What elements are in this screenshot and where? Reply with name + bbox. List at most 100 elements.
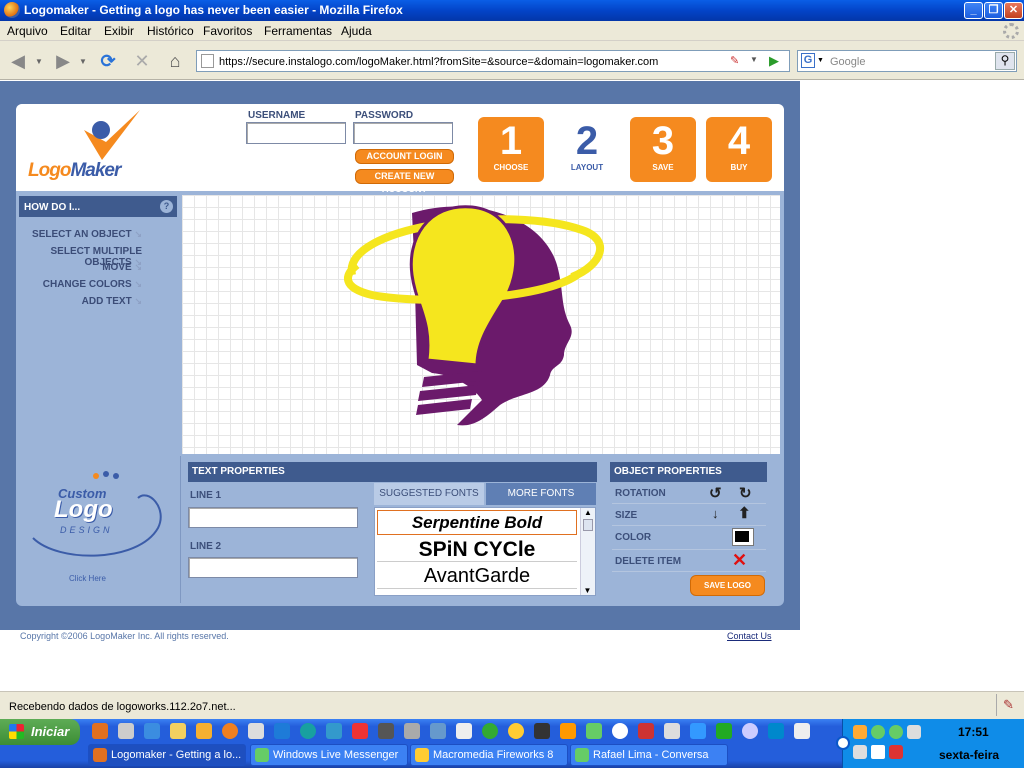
help-icon[interactable]: ? bbox=[160, 200, 173, 213]
username-field[interactable] bbox=[246, 122, 346, 144]
quicklaunch-app-icon[interactable] bbox=[508, 723, 524, 739]
clock-time[interactable]: 17:51 bbox=[958, 725, 989, 739]
quicklaunch-app-icon[interactable] bbox=[742, 723, 758, 739]
how-item-change-colors[interactable]: CHANGE COLORS ↘ bbox=[20, 279, 142, 290]
tab-more-fonts[interactable]: MORE FONTS bbox=[486, 483, 596, 505]
quicklaunch-eye-icon[interactable] bbox=[716, 723, 732, 739]
menu-editar[interactable]: Editar bbox=[60, 24, 91, 38]
how-item-select-object[interactable]: SELECT AN OBJECT ↘ bbox=[20, 229, 142, 240]
scroll-up-icon[interactable]: ▲ bbox=[581, 508, 595, 517]
url-dropdown-icon[interactable]: ▼ bbox=[750, 55, 758, 64]
start-button[interactable]: Iniciar bbox=[0, 719, 80, 745]
how-item-move[interactable]: MOVE ↘ bbox=[20, 262, 142, 273]
home-icon[interactable]: ⌂ bbox=[162, 49, 188, 73]
maximize-button[interactable]: ❐ bbox=[984, 2, 1003, 19]
menu-exibir[interactable]: Exibir bbox=[104, 24, 134, 38]
minimize-button[interactable]: _ bbox=[964, 2, 983, 19]
tray-security-icon[interactable] bbox=[889, 745, 903, 759]
rotate-left-icon[interactable]: ↺ bbox=[709, 484, 722, 502]
create-account-button[interactable]: CREATE NEW ACCOUNT bbox=[355, 169, 454, 194]
logo-canvas[interactable] bbox=[182, 195, 780, 454]
menu-ferramentas[interactable]: Ferramentas bbox=[264, 24, 332, 38]
task-fireworks[interactable]: Macromedia Fireworks 8 bbox=[410, 744, 568, 766]
font-item-avantgarde[interactable]: AvantGarde bbox=[377, 564, 577, 589]
quicklaunch-doc-icon[interactable] bbox=[274, 723, 290, 739]
quicklaunch-app-icon[interactable] bbox=[430, 723, 446, 739]
tray-volume-icon[interactable] bbox=[853, 745, 867, 759]
back-icon[interactable]: ◀ bbox=[5, 49, 31, 73]
custom-logo-ad[interactable]: Custom Logo DESIGN bbox=[28, 468, 168, 568]
task-conversation[interactable]: Rafael Lima - Conversa bbox=[570, 744, 728, 766]
tray-app-icon[interactable] bbox=[853, 725, 867, 739]
forward-icon[interactable]: ▶ bbox=[50, 49, 76, 73]
tray-mail-icon[interactable] bbox=[871, 745, 885, 759]
reload-icon[interactable]: ⟳ bbox=[95, 49, 121, 73]
rotate-right-icon[interactable]: ↻ bbox=[739, 484, 752, 502]
quicklaunch-firefox-icon[interactable] bbox=[92, 723, 108, 739]
quicklaunch-app-icon[interactable] bbox=[404, 723, 420, 739]
go-icon[interactable]: ▶ bbox=[769, 53, 779, 69]
tray-collapse-icon[interactable] bbox=[836, 736, 850, 750]
address-bar[interactable]: https://secure.instalogo.com/logoMaker.h… bbox=[196, 50, 790, 72]
close-button[interactable]: ✕ bbox=[1004, 2, 1023, 19]
quicklaunch-person-icon[interactable] bbox=[326, 723, 342, 739]
shrink-icon[interactable]: ↓ bbox=[712, 506, 719, 521]
quicklaunch-flash-icon[interactable] bbox=[352, 723, 368, 739]
step-choose-button[interactable]: 1 CHOOSE bbox=[478, 117, 544, 182]
quicklaunch-globe-icon[interactable] bbox=[300, 723, 316, 739]
quicklaunch-app-icon[interactable] bbox=[664, 723, 680, 739]
tray-messenger-icon[interactable] bbox=[871, 725, 885, 739]
quicklaunch-pen-icon[interactable] bbox=[378, 723, 394, 739]
quicklaunch-tool-icon[interactable] bbox=[248, 723, 264, 739]
step-save-button[interactable]: 3 SAVE bbox=[630, 117, 696, 182]
task-firefox[interactable]: Logomaker - Getting a lo... bbox=[88, 744, 246, 766]
menu-historico[interactable]: Histórico bbox=[147, 24, 194, 38]
task-messenger[interactable]: Windows Live Messenger bbox=[250, 744, 408, 766]
google-engine-icon[interactable]: G bbox=[801, 53, 815, 68]
site-security-icon[interactable]: ✎ bbox=[730, 54, 739, 67]
color-swatch[interactable] bbox=[732, 528, 754, 546]
engine-dropdown-icon[interactable]: ▼ bbox=[817, 57, 824, 64]
tray-network-icon[interactable] bbox=[907, 725, 921, 739]
step-layout-button[interactable]: 2 LAYOUT bbox=[554, 117, 620, 182]
quicklaunch-app-icon[interactable] bbox=[456, 723, 472, 739]
logo-artwork[interactable] bbox=[182, 195, 780, 454]
quicklaunch-skype-icon[interactable] bbox=[768, 723, 784, 739]
menu-arquivo[interactable]: Arquivo bbox=[7, 24, 48, 38]
quicklaunch-app-icon[interactable] bbox=[560, 723, 576, 739]
quicklaunch-ball-icon[interactable] bbox=[222, 723, 238, 739]
quicklaunch-app-icon[interactable] bbox=[534, 723, 550, 739]
contact-us-link[interactable]: Contact Us bbox=[727, 631, 772, 641]
scroll-down-icon[interactable]: ▼ bbox=[581, 586, 594, 595]
search-icon[interactable]: ⚲ bbox=[995, 52, 1015, 70]
quicklaunch-desktop-icon[interactable] bbox=[118, 723, 134, 739]
back-dropdown-icon[interactable]: ▼ bbox=[35, 57, 43, 66]
quicklaunch-app-icon[interactable] bbox=[482, 723, 498, 739]
quicklaunch-ie-icon[interactable] bbox=[144, 723, 160, 739]
stop-icon[interactable]: ✕ bbox=[129, 49, 155, 73]
forward-dropdown-icon[interactable]: ▼ bbox=[79, 57, 87, 66]
bulb-base[interactable] bbox=[416, 371, 482, 415]
quicklaunch-folder-icon[interactable] bbox=[170, 723, 186, 739]
font-item-serpentine[interactable]: Serpentine Bold bbox=[377, 510, 577, 535]
password-field[interactable] bbox=[353, 122, 453, 144]
menu-favoritos[interactable]: Favoritos bbox=[203, 24, 252, 38]
tray-messenger-icon[interactable] bbox=[889, 725, 903, 739]
font-list-scrollbar[interactable]: ▲ ▼ bbox=[580, 508, 595, 595]
search-box[interactable]: G ▼ Google ⚲ bbox=[797, 50, 1017, 72]
quicklaunch-app-icon[interactable] bbox=[638, 723, 654, 739]
account-login-button[interactable]: ACCOUNT LOGIN bbox=[355, 149, 454, 164]
line2-input[interactable] bbox=[188, 557, 358, 578]
menu-ajuda[interactable]: Ajuda bbox=[341, 24, 372, 38]
line1-input[interactable] bbox=[188, 507, 358, 528]
delete-icon[interactable]: ✕ bbox=[732, 550, 747, 571]
quicklaunch-messenger-icon[interactable] bbox=[586, 723, 602, 739]
step-buy-button[interactable]: 4 BUY bbox=[706, 117, 772, 182]
quicklaunch-media-icon[interactable] bbox=[612, 723, 628, 739]
font-list[interactable]: Serpentine Bold SPiN CYCle AvantGarde ▲ … bbox=[374, 507, 596, 596]
save-logo-button[interactable]: SAVE LOGO bbox=[690, 575, 765, 596]
tab-suggested-fonts[interactable]: SUGGESTED FONTS bbox=[374, 483, 484, 505]
scroll-thumb[interactable] bbox=[583, 519, 593, 531]
status-pencil-icon[interactable]: ✎ bbox=[1003, 697, 1014, 713]
quicklaunch-app-icon[interactable] bbox=[690, 723, 706, 739]
